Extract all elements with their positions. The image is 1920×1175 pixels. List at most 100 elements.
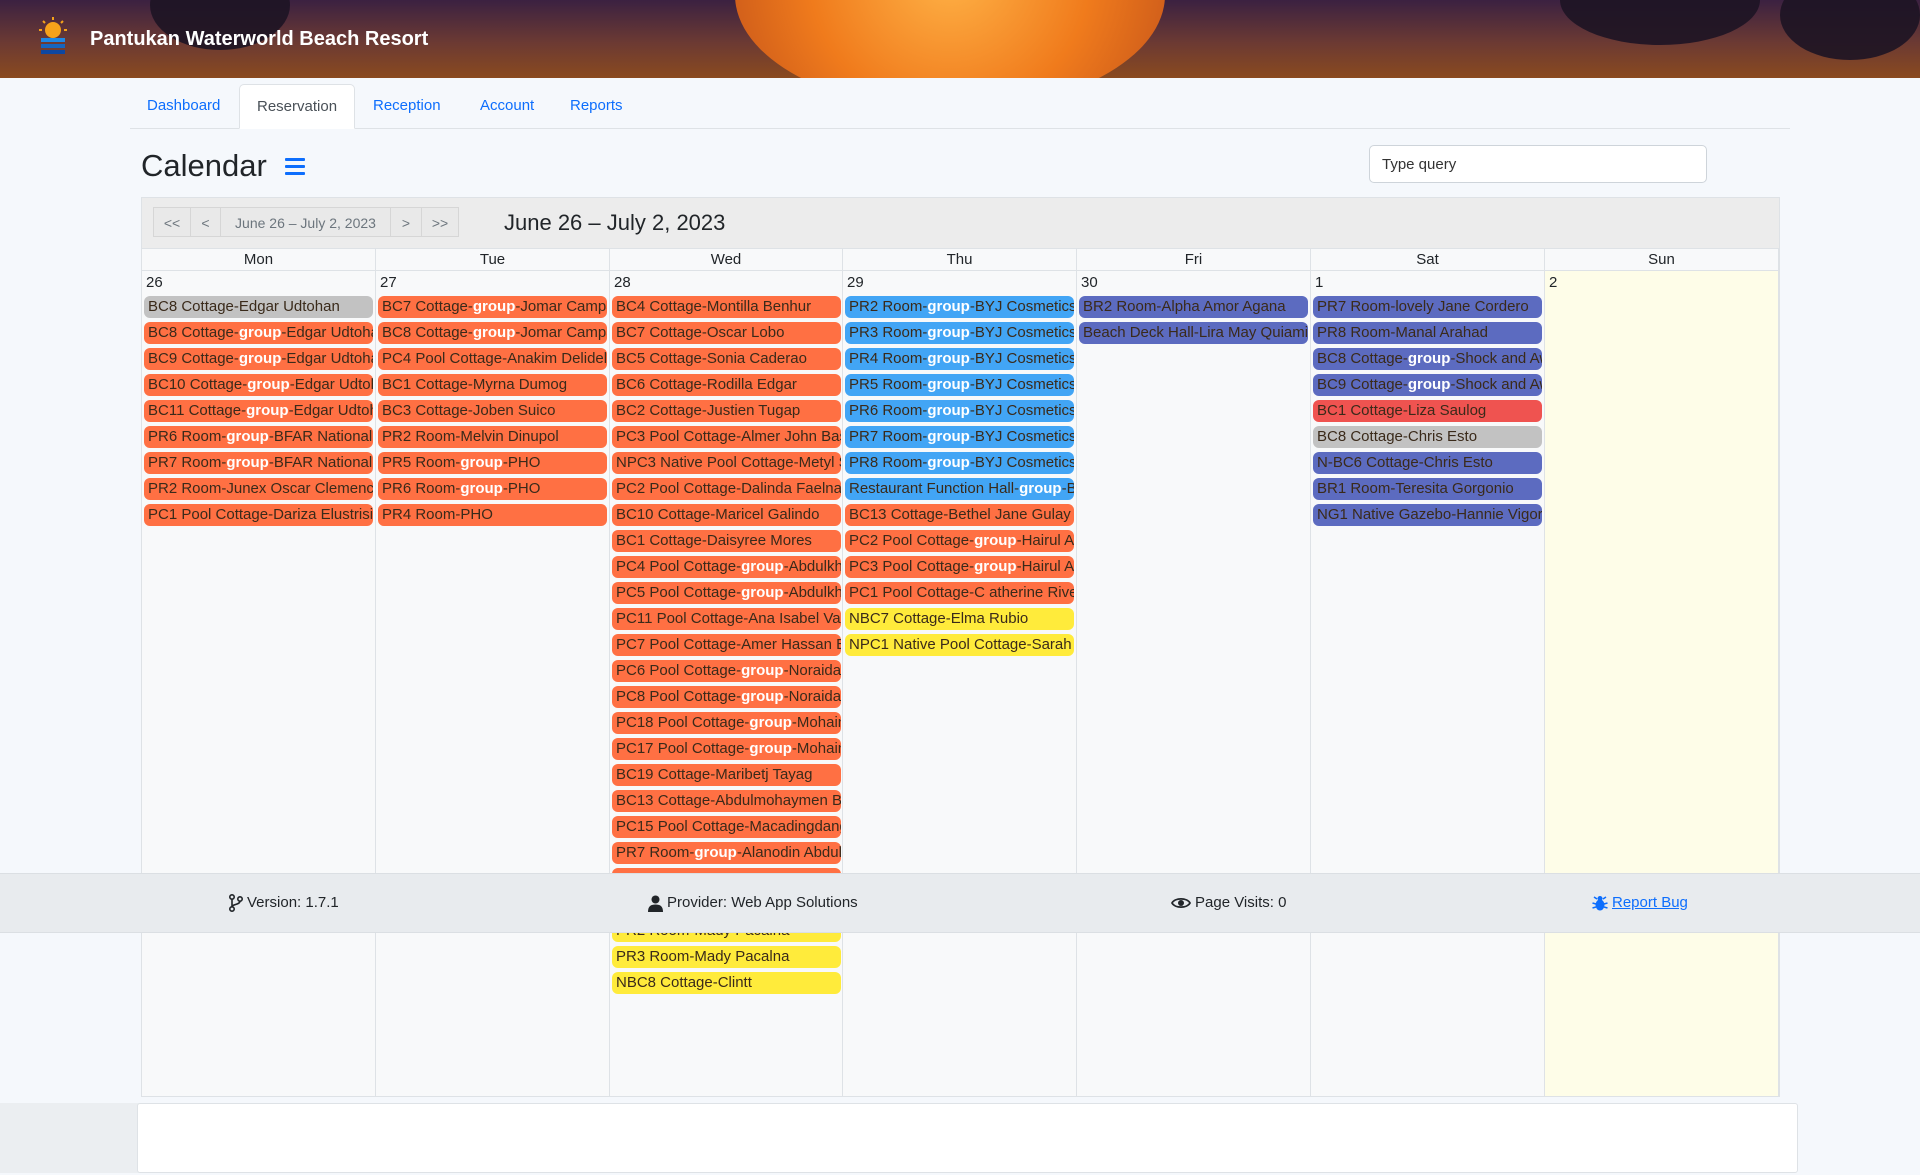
calendar-event[interactable]: BC8 Cottage-Edgar Udtohan xyxy=(144,296,373,318)
calendar-event[interactable]: PC6 Pool Cottage-group-Noraiday xyxy=(612,660,841,682)
calendar-event[interactable]: BC4 Cottage-Montilla Benhur xyxy=(612,296,841,318)
next-week-button[interactable]: > xyxy=(390,207,422,237)
calendar-event[interactable]: NPC1 Native Pool Cottage-Sarah M xyxy=(845,634,1074,656)
calendar-event[interactable]: BC13 Cottage-Bethel Jane Gulay xyxy=(845,504,1074,526)
date-range-button[interactable]: June 26 – July 2, 2023 xyxy=(220,207,391,237)
day-number[interactable]: 29 xyxy=(847,274,864,291)
calendar-event[interactable]: PC3 Pool Cottage-Almer John Bas xyxy=(612,426,841,448)
calendar-event[interactable]: PR3 Room-group-BYJ Cosmetics xyxy=(845,322,1074,344)
tab-dashboard[interactable]: Dashboard xyxy=(130,84,237,127)
calendar-event[interactable]: PR8 Room-Manal Arahad xyxy=(1313,322,1542,344)
calendar-event[interactable]: PR2 Room-Junex Oscar Clemencio xyxy=(144,478,373,500)
menu-icon[interactable] xyxy=(285,158,305,176)
day-cell-wed[interactable]: 28 BC4 Cottage-Montilla Benhur BC7 Cottage… xyxy=(610,271,843,1096)
tab-reservation[interactable]: Reservation xyxy=(239,84,356,129)
calendar-event[interactable]: PR3 Room-Mady Pacalna xyxy=(612,946,841,968)
calendar-event[interactable]: BC11 Cottage-group-Edgar Udtohan xyxy=(144,400,373,422)
prev-week-button[interactable]: < xyxy=(190,207,221,237)
day-number[interactable]: 1 xyxy=(1315,274,1323,291)
calendar-event[interactable]: PR4 Room-PHO xyxy=(378,504,607,526)
calendar-event[interactable]: PC1 Pool Cottage-C atherine River xyxy=(845,582,1074,604)
calendar-event[interactable]: NPC3 Native Pool Cottage-Metyl S xyxy=(612,452,841,474)
calendar-event[interactable]: NBC7 Cottage-Elma Rubio xyxy=(845,608,1074,630)
tab-account[interactable]: Account xyxy=(463,84,551,127)
calendar-event[interactable]: PC11 Pool Cottage-Ana Isabel Vale xyxy=(612,608,841,630)
resort-logo-icon[interactable] xyxy=(38,16,68,60)
calendar-event[interactable]: PR6 Room-group-PHO xyxy=(378,478,607,500)
next-month-button[interactable]: >> xyxy=(421,207,459,237)
calendar-event[interactable]: PR7 Room-group-Alanodin Abdul xyxy=(612,842,841,864)
calendar-event[interactable]: PR6 Room-group-BFAR National M xyxy=(144,426,373,448)
calendar-event[interactable]: PR7 Room-group-BYJ Cosmetics xyxy=(845,426,1074,448)
calendar-event[interactable]: PR8 Room-group-BYJ Cosmetics xyxy=(845,452,1074,474)
version-text: Version: 1.7.1 xyxy=(247,894,339,911)
calendar-event[interactable]: BC6 Cottage-Rodilla Edgar xyxy=(612,374,841,396)
calendar-event[interactable]: BC8 Cottage-Chris Esto xyxy=(1313,426,1542,448)
search-input[interactable] xyxy=(1369,145,1707,183)
calendar-event[interactable]: BC1 Cottage-Liza Saulog xyxy=(1313,400,1542,422)
day-header-wed: Wed xyxy=(610,249,843,271)
calendar-event[interactable]: PR7 Room-group-BFAR National M xyxy=(144,452,373,474)
day-cell-sat[interactable]: 1 PR7 Room-lovely Jane Cordero PR8 Room-Ma… xyxy=(1311,271,1545,1096)
day-cell-sun[interactable]: 2 xyxy=(1545,271,1779,1096)
calendar-event[interactable]: BC9 Cottage-group-Edgar Udtohan xyxy=(144,348,373,370)
calendar-event[interactable]: BC8 Cottage-group-Shock and Awe xyxy=(1313,348,1542,370)
calendar-event[interactable]: PR4 Room-group-BYJ Cosmetics xyxy=(845,348,1074,370)
calendar-event[interactable]: PR5 Room-group-PHO xyxy=(378,452,607,474)
calendar-event[interactable]: BC8 Cottage-group-Edgar Udtohan xyxy=(144,322,373,344)
calendar-event[interactable]: PR5 Room-group-BYJ Cosmetics xyxy=(845,374,1074,396)
calendar-event[interactable]: NBC8 Cottage-Clintt xyxy=(612,972,841,994)
calendar-event[interactable]: BC8 Cottage-group-Jomar Campaner xyxy=(378,322,607,344)
calendar-event[interactable]: N-BC6 Cottage-Chris Esto xyxy=(1313,452,1542,474)
calendar-event[interactable]: Beach Deck Hall-Lira May Quiamin xyxy=(1079,322,1308,344)
calendar-event[interactable]: PR2 Room-Melvin Dinupol xyxy=(378,426,607,448)
calendar-event[interactable]: NG1 Native Gazebo-Hannie Vigor xyxy=(1313,504,1542,526)
calendar-event[interactable]: BC3 Cottage-Joben Suico xyxy=(378,400,607,422)
day-cell-tue[interactable]: 27 BC7 Cottage-group-Jomar Campaner BC8 Co… xyxy=(376,271,610,1096)
day-number[interactable]: 30 xyxy=(1081,274,1098,291)
calendar-event[interactable]: BR1 Room-Teresita Gorgonio xyxy=(1313,478,1542,500)
calendar-event[interactable]: PC17 Pool Cottage-group-Mohain xyxy=(612,738,841,760)
calendar-event[interactable]: BC10 Cottage-Maricel Galindo xyxy=(612,504,841,526)
calendar-event[interactable]: PC4 Pool Cottage-Anakim Delideli xyxy=(378,348,607,370)
day-cell-thu[interactable]: 29 PR2 Room-group-BYJ Cosmetics PR3 Room-g… xyxy=(843,271,1077,1096)
calendar-range-title: June 26 – July 2, 2023 xyxy=(504,210,726,235)
calendar-event[interactable]: PR7 Room-lovely Jane Cordero xyxy=(1313,296,1542,318)
site-title[interactable]: Pantukan Waterworld Beach Resort xyxy=(90,28,428,51)
day-number[interactable]: 27 xyxy=(380,274,397,291)
calendar-event[interactable]: BC10 Cottage-group-Edgar Udtohan xyxy=(144,374,373,396)
report-bug-link[interactable]: Report Bug xyxy=(1592,874,1688,932)
calendar-event[interactable]: BC19 Cottage-Maribetj Tayag xyxy=(612,764,841,786)
calendar-event[interactable]: Restaurant Function Hall-group-B xyxy=(845,478,1074,500)
calendar-event[interactable]: PC3 Pool Cottage-group-Hairul Ar xyxy=(845,556,1074,578)
calendar-event[interactable]: BC5 Cottage-Sonia Caderao xyxy=(612,348,841,370)
calendar-event[interactable]: PC18 Pool Cottage-group-Mohain xyxy=(612,712,841,734)
day-number[interactable]: 26 xyxy=(146,274,163,291)
calendar-event[interactable]: BC7 Cottage-group-Jomar Campaner xyxy=(378,296,607,318)
day-cell-mon[interactable]: 26 BC8 Cottage-Edgar Udtohan BC8 Cottage-g… xyxy=(142,271,376,1096)
calendar-event[interactable]: PC7 Pool Cottage-Amer Hassan Ed xyxy=(612,634,841,656)
calendar-event[interactable]: PC8 Pool Cottage-group-Noraiday xyxy=(612,686,841,708)
calendar-event[interactable]: BC7 Cottage-Oscar Lobo xyxy=(612,322,841,344)
day-number[interactable]: 2 xyxy=(1549,274,1557,291)
calendar-event[interactable]: PR2 Room-group-BYJ Cosmetics xyxy=(845,296,1074,318)
calendar-event[interactable]: BC9 Cottage-group-Shock and Awe xyxy=(1313,374,1542,396)
calendar-event[interactable]: PC2 Pool Cottage-group-Hairul Ar xyxy=(845,530,1074,552)
tab-reception[interactable]: Reception xyxy=(356,84,458,127)
calendar-event[interactable]: PC1 Pool Cottage-Dariza Elustrisimo xyxy=(144,504,373,526)
day-number[interactable]: 28 xyxy=(614,274,631,291)
calendar-event[interactable]: PC15 Pool Cottage-Macadingdang xyxy=(612,816,841,838)
tab-reports[interactable]: Reports xyxy=(553,84,640,127)
calendar-event[interactable]: BR2 Room-Alpha Amor Agana xyxy=(1079,296,1308,318)
calendar-event[interactable]: BC2 Cottage-Justien Tugap xyxy=(612,400,841,422)
calendar-event[interactable]: BC1 Cottage-Daisyree Mores xyxy=(612,530,841,552)
calendar-event[interactable]: PC2 Pool Cottage-Dalinda Faelnar xyxy=(612,478,841,500)
day-cell-fri[interactable]: 30 BR2 Room-Alpha Amor Agana Beach Deck Ha… xyxy=(1077,271,1311,1096)
report-bug-text[interactable]: Report Bug xyxy=(1612,894,1688,911)
prev-month-button[interactable]: << xyxy=(153,207,191,237)
calendar-event[interactable]: PC4 Pool Cottage-group-Abdulkha xyxy=(612,556,841,578)
calendar-event[interactable]: BC1 Cottage-Myrna Dumog xyxy=(378,374,607,396)
calendar-event[interactable]: PC5 Pool Cottage-group-Abdulkha xyxy=(612,582,841,604)
calendar-event[interactable]: BC13 Cottage-Abdulmohaymen B xyxy=(612,790,841,812)
calendar-event[interactable]: PR6 Room-group-BYJ Cosmetics xyxy=(845,400,1074,422)
